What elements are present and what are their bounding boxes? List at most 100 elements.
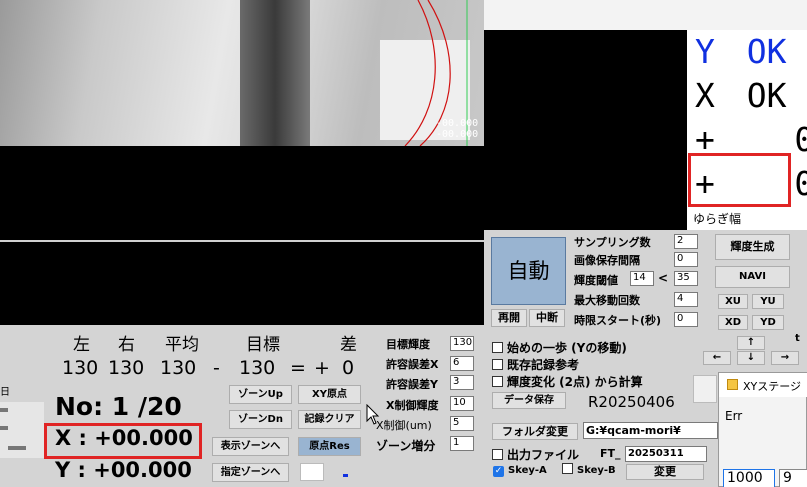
right-black-panel [484, 30, 687, 230]
target-input[interactable]: 130 [450, 336, 474, 351]
skey-b-checkbox[interactable]: Skey-B [562, 463, 616, 476]
skey-a-check-icon[interactable]: ✓ [493, 466, 504, 477]
checkbox-box [492, 342, 503, 353]
value-equals: = [290, 357, 306, 379]
zone-input[interactable] [300, 463, 324, 481]
blue-dot [343, 474, 348, 477]
arrow-left-button[interactable]: ← [703, 351, 731, 365]
camera-view: -00.000 -00.000 [0, 0, 484, 146]
zone-up-button[interactable]: ゾーンUp [229, 385, 292, 404]
existing-record-checkbox[interactable]: 既存記録参考 [492, 356, 579, 373]
first-step-label: 始めの一歩 (Yの移動) [507, 341, 627, 355]
ft-input[interactable]: 20250311 [625, 446, 707, 462]
xctrl-input[interactable]: 10 [450, 396, 474, 411]
timestart-label: 時限スタート(秒) [574, 314, 662, 327]
x-status: OK [746, 76, 787, 115]
value-average: 130 [160, 357, 197, 379]
xy-stage-status: Err [725, 409, 743, 423]
generate-brightness-button[interactable]: 輝度生成 [715, 234, 790, 260]
ft-label: FT_ [600, 447, 621, 460]
erry-input[interactable]: 3 [450, 375, 474, 390]
set-zone-button[interactable]: 指定ゾーンへ [212, 463, 289, 482]
xu-button[interactable]: XU [718, 294, 748, 309]
output-file-label: 出力ファイル [507, 448, 580, 462]
arrow-up-button[interactable]: ↑ [737, 336, 765, 350]
checkbox-box [492, 449, 503, 460]
yuragi-label: ゆらぎ幅 [693, 212, 742, 226]
header-target: 目標 [246, 335, 280, 355]
value-target: 130 [239, 357, 276, 379]
brightness-change-checkbox[interactable]: 輝度変化 (2点) から計算 [492, 373, 643, 390]
value-right: 130 [108, 357, 145, 379]
interval-label: 画像保存間隔 [574, 254, 640, 267]
checkbox-box [492, 359, 503, 370]
navi-button[interactable]: NAVI [715, 266, 790, 288]
change-button[interactable]: 変更 [626, 464, 704, 480]
no-readout: No: 1 /20 [55, 392, 182, 421]
auto-button[interactable]: 自動 [491, 237, 566, 305]
arrow-right-button[interactable]: → [771, 351, 799, 365]
overlay-value-2: -00.000 [436, 129, 479, 140]
overlay-values: -00.000 -00.000 [436, 118, 478, 140]
resume-button[interactable]: 再開 [491, 309, 527, 327]
yd-button[interactable]: YD [752, 315, 784, 330]
first-step-checkbox[interactable]: 始めの一歩 (Yの移動) [492, 339, 627, 356]
threshold-input-2[interactable]: 35 [674, 271, 698, 286]
slider-mark-3 [8, 446, 26, 450]
sampling-input[interactable]: 2 [674, 234, 698, 249]
arrow-down-button[interactable]: ↓ [737, 351, 765, 365]
record-id: R20250406 [588, 393, 675, 411]
slider-mark-2 [0, 426, 8, 430]
top-right-strip [484, 0, 807, 30]
xy-stage-window[interactable]: XYステージ Err 1000 9 [718, 372, 807, 487]
xy-stage-titlebar: XYステージ [719, 373, 807, 397]
xum-input[interactable]: 5 [450, 416, 474, 431]
threshold-input[interactable]: 14 [630, 271, 654, 286]
value-left: 130 [62, 357, 99, 379]
skey-a-label: Skey-A [508, 465, 547, 476]
folder-path-field[interactable]: G:¥qcam-mori¥ [583, 422, 718, 439]
arrow-t-label: t [795, 333, 800, 344]
threshold-label: 輝度閾値 [574, 274, 618, 287]
x-status-row: X OK [695, 74, 787, 118]
header-diff: 差 [340, 335, 357, 355]
checkbox-box [562, 463, 573, 474]
slider-mark-1 [0, 408, 8, 412]
output-file-checkbox[interactable]: 出力ファイル [492, 446, 579, 463]
errx-input[interactable]: 6 [450, 356, 474, 371]
show-zone-button[interactable]: 表示ゾーンへ [212, 437, 289, 456]
zone-down-button[interactable]: ゾーンDn [229, 410, 292, 429]
value-minus: - [213, 357, 220, 379]
guide-overlay [404, 0, 468, 146]
left-edge-glyph: 日 [0, 387, 10, 398]
xy-origin-button[interactable]: XY原点 [298, 385, 361, 404]
maxmove-input[interactable]: 4 [674, 292, 698, 307]
target-label: 目標輝度 [386, 338, 430, 351]
app-icon [727, 379, 738, 390]
zone-inc-input[interactable]: 1 [450, 436, 474, 451]
left-side-panel [0, 402, 44, 458]
save-data-button[interactable]: データ保存 [492, 392, 566, 409]
brightness-change-label: 輝度変化 (2点) から計算 [507, 375, 643, 389]
interval-input[interactable]: 0 [674, 252, 698, 267]
xy-stage-title: XYステージ [743, 380, 802, 393]
value-sign: + [314, 357, 330, 379]
errx-label: 許容誤差X [386, 358, 439, 371]
xy-stage-input[interactable]: 1000 [723, 469, 775, 487]
y-readout: Y : +00.000 [55, 458, 192, 482]
yu-button[interactable]: YU [752, 294, 784, 309]
y-status-row: Y OK [695, 30, 787, 74]
value-diff: 0 [342, 357, 355, 379]
hidden-window-edge [693, 375, 717, 403]
timestart-input[interactable]: 0 [674, 312, 698, 327]
origin-reset-button[interactable]: 原点Res [298, 437, 361, 456]
checkbox-box [492, 376, 503, 387]
stop-button[interactable]: 中断 [529, 309, 565, 327]
xd-button[interactable]: XD [718, 315, 748, 330]
header-left: 左 [73, 335, 90, 355]
xctrl-label: X制御輝度 [386, 399, 439, 412]
folder-change-button[interactable]: フォルダ変更 [492, 423, 578, 440]
xy-stage-input-2[interactable]: 9 [779, 469, 807, 487]
x-label: X [695, 76, 715, 115]
clear-record-button[interactable]: 記録クリア [298, 410, 361, 429]
